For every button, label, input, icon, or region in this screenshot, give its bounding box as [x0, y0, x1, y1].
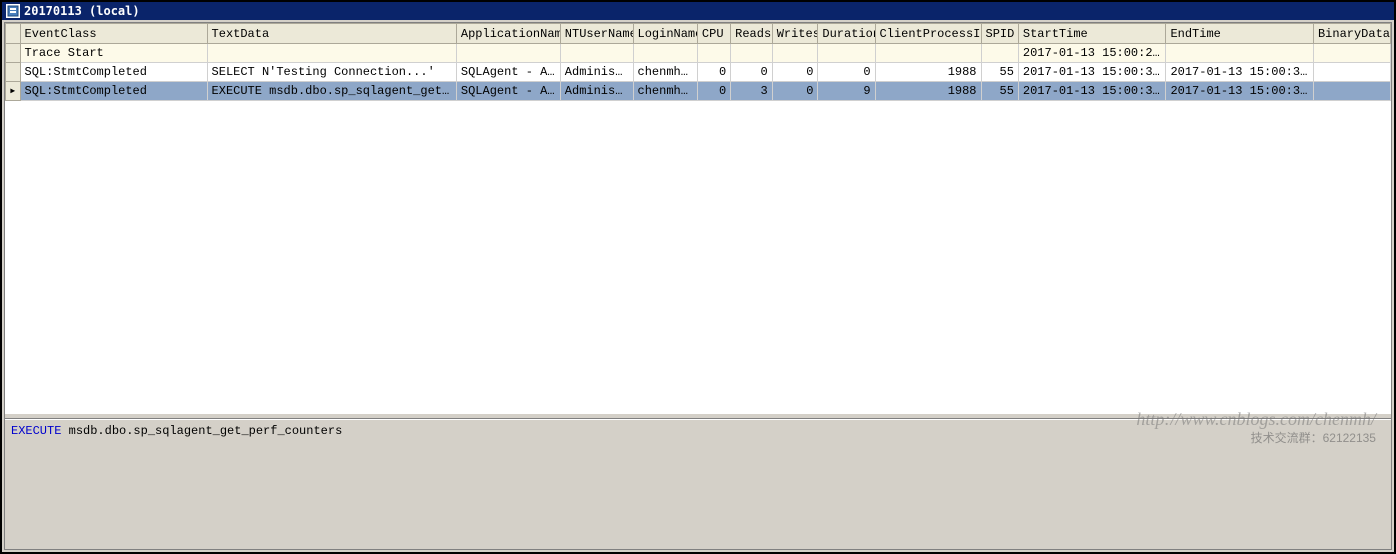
cell-binaryData — [1313, 63, 1390, 82]
sql-text: msdb.dbo.sp_sqlagent_get_perf_counters — [61, 424, 342, 438]
cell-startTime: 2017-01-13 15:00:27... — [1018, 44, 1166, 63]
cell-endTime: 2017-01-13 15:00:30... — [1166, 63, 1314, 82]
col-header-textData[interactable]: TextData — [207, 24, 456, 44]
cell-textData: EXECUTE msdb.dbo.sp_sqlagent_get_pe... — [207, 82, 456, 101]
cell-spid — [981, 44, 1018, 63]
table-row[interactable]: SQL:StmtCompletedEXECUTE msdb.dbo.sp_sql… — [6, 82, 1391, 101]
cell-ntUser: Adminis... — [560, 63, 633, 82]
cell-duration: 0 — [818, 63, 875, 82]
col-header-endTime[interactable]: EndTime — [1166, 24, 1314, 44]
sql-keyword: EXECUTE — [11, 424, 61, 438]
cell-duration: 9 — [818, 82, 875, 101]
cell-writes: 0 — [772, 82, 818, 101]
col-header-writes[interactable]: Writes — [772, 24, 818, 44]
cell-endTime: 2017-01-13 15:00:30... — [1166, 82, 1314, 101]
cell-writes — [772, 44, 818, 63]
col-header-spid[interactable]: SPID — [981, 24, 1018, 44]
cell-appName: SQLAgent - A... — [456, 82, 560, 101]
cell-clientPid: 1988 — [875, 82, 981, 101]
cell-startTime: 2017-01-13 15:00:30... — [1018, 63, 1166, 82]
cell-binaryData — [1313, 44, 1390, 63]
cell-cpu — [697, 44, 730, 63]
cell-clientPid — [875, 44, 981, 63]
cell-endTime — [1166, 44, 1314, 63]
content-area: EventClassTextDataApplicationNameNTUserN… — [4, 22, 1392, 550]
cell-appName: SQLAgent - A... — [456, 63, 560, 82]
col-header-eventClass[interactable]: EventClass — [20, 24, 207, 44]
cell-appName — [456, 44, 560, 63]
row-handle[interactable] — [6, 63, 21, 82]
detail-pane[interactable]: EXECUTE msdb.dbo.sp_sqlagent_get_perf_co… — [5, 419, 1391, 549]
window-title: 20170113 (local) — [24, 4, 140, 18]
cell-textData: SELECT N'Testing Connection...' — [207, 63, 456, 82]
table-row[interactable]: Trace Start 2017-01-13 15:00:27... — [6, 44, 1391, 63]
cell-eventClass: Trace Start — [20, 44, 207, 63]
col-header-loginName[interactable]: LoginName — [633, 24, 697, 44]
cell-loginName: chenmh... — [633, 63, 697, 82]
cell-loginName: chenmh... — [633, 82, 697, 101]
cell-ntUser — [560, 44, 633, 63]
cell-reads: 3 — [731, 82, 773, 101]
cell-cpu: 0 — [697, 63, 730, 82]
cell-loginName — [633, 44, 697, 63]
trace-grid[interactable]: EventClassTextDataApplicationNameNTUserN… — [5, 23, 1391, 101]
title-bar[interactable]: 20170113 (local) — [2, 2, 1394, 20]
col-header-appName[interactable]: ApplicationName — [456, 24, 560, 44]
cell-reads: 0 — [731, 63, 773, 82]
cell-textData — [207, 44, 456, 63]
cell-cpu: 0 — [697, 82, 730, 101]
cell-spid: 55 — [981, 63, 1018, 82]
grid-empty-area — [5, 101, 1391, 413]
cell-writes: 0 — [772, 63, 818, 82]
cell-eventClass: SQL:StmtCompleted — [20, 82, 207, 101]
cell-duration — [818, 44, 875, 63]
app-icon — [6, 4, 20, 18]
cell-clientPid: 1988 — [875, 63, 981, 82]
cell-eventClass: SQL:StmtCompleted — [20, 63, 207, 82]
row-handle[interactable] — [6, 82, 21, 101]
cell-ntUser: Adminis... — [560, 82, 633, 101]
cell-reads — [731, 44, 773, 63]
col-header-binaryData[interactable]: BinaryData — [1313, 24, 1390, 44]
cell-binaryData — [1313, 82, 1390, 101]
window: 20170113 (local) EventClassTextDataAppli… — [0, 0, 1396, 554]
row-handle[interactable] — [6, 44, 21, 63]
col-header-startTime[interactable]: StartTime — [1018, 24, 1166, 44]
col-header-reads[interactable]: Reads — [731, 24, 773, 44]
col-header-ntUser[interactable]: NTUserName — [560, 24, 633, 44]
col-header-clientPid[interactable]: ClientProcessID — [875, 24, 981, 44]
cell-spid: 55 — [981, 82, 1018, 101]
cell-startTime: 2017-01-13 15:00:30... — [1018, 82, 1166, 101]
col-header-duration[interactable]: Duration — [818, 24, 875, 44]
row-handle-header — [6, 24, 21, 44]
col-header-cpu[interactable]: CPU — [697, 24, 730, 44]
table-row[interactable]: SQL:StmtCompletedSELECT N'Testing Connec… — [6, 63, 1391, 82]
